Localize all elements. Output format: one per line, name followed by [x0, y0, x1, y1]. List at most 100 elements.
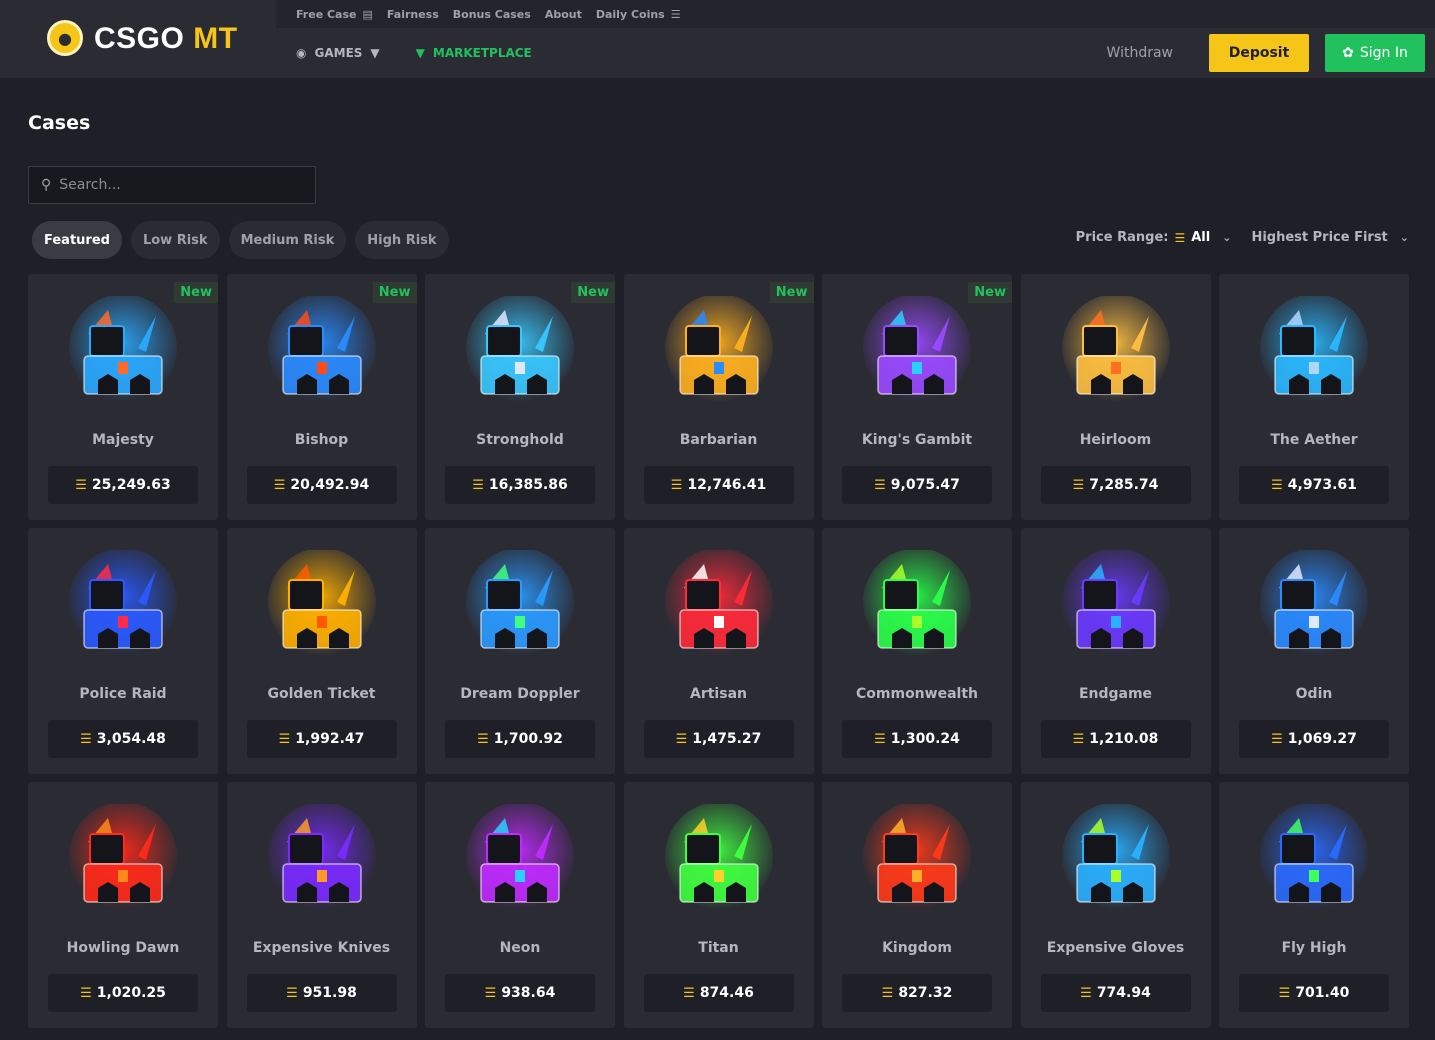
- case-card[interactable]: Titan ☰ 874.46: [623, 782, 814, 1028]
- case-price[interactable]: ☰ 12,746.41: [643, 466, 794, 504]
- case-image: [863, 804, 971, 910]
- nav-marketplace[interactable]: ▼ MARKETPLACE: [416, 46, 532, 60]
- price-range-dropdown[interactable]: Price Range: ☰ All ⌄: [1076, 230, 1232, 245]
- nav-games[interactable]: ◉ GAMES ▼: [296, 46, 380, 60]
- case-price-value: 9,075.47: [890, 477, 960, 493]
- case-price[interactable]: ☰ 1,475.27: [643, 720, 794, 758]
- case-card[interactable]: Odin ☰ 1,069.27: [1219, 528, 1409, 774]
- filter-low-risk[interactable]: Low Risk: [130, 221, 220, 259]
- topbar-daily-coins[interactable]: Daily Coins ☰: [596, 8, 681, 21]
- case-price[interactable]: ☰ 20,492.94: [246, 466, 397, 504]
- case-image: [466, 804, 574, 910]
- case-price[interactable]: ☰ 701.40: [1239, 974, 1389, 1012]
- topbar-fairness[interactable]: Fairness: [387, 8, 439, 21]
- case-price[interactable]: ☰ 874.46: [643, 974, 794, 1012]
- case-price[interactable]: ☰ 3,054.48: [48, 720, 198, 758]
- case-price[interactable]: ☰ 4,973.61: [1239, 466, 1389, 504]
- case-price-value: 7,285.74: [1089, 477, 1159, 493]
- case-price[interactable]: ☰ 9,075.47: [842, 466, 992, 504]
- deposit-button[interactable]: Deposit: [1209, 34, 1309, 72]
- case-name: Artisan: [690, 686, 747, 702]
- coin-icon: ☰: [1271, 731, 1283, 747]
- case-price[interactable]: ☰ 1,992.47: [246, 720, 397, 758]
- case-price[interactable]: ☰ 1,210.08: [1040, 720, 1191, 758]
- case-card[interactable]: New King's Gambit ☰ 9,075.47: [822, 274, 1012, 520]
- filter-medium-risk[interactable]: Medium Risk: [228, 221, 347, 259]
- case-image: [69, 296, 177, 402]
- case-card[interactable]: Dream Doppler ☰ 1,700.92: [425, 528, 615, 774]
- case-price[interactable]: ☰ 951.98: [246, 974, 397, 1012]
- logo-text: CSGO MT: [94, 22, 238, 55]
- case-card[interactable]: Golden Ticket ☰ 1,992.47: [226, 528, 417, 774]
- case-price[interactable]: ☰ 1,020.25: [48, 974, 198, 1012]
- coin-icon: ☰: [477, 731, 489, 747]
- case-image: [267, 804, 376, 910]
- case-price-value: 1,300.24: [890, 731, 960, 747]
- coin-icon: ☰: [80, 985, 92, 1001]
- case-price-value: 16,385.86: [488, 477, 568, 493]
- case-card[interactable]: Commonwealth ☰ 1,300.24: [822, 528, 1012, 774]
- case-image: [863, 550, 971, 656]
- filter-featured[interactable]: Featured: [32, 221, 122, 259]
- case-price[interactable]: ☰ 1,300.24: [842, 720, 992, 758]
- case-card[interactable]: Endgame ☰ 1,210.08: [1020, 528, 1211, 774]
- sign-in-button[interactable]: ✿ Sign In: [1325, 34, 1425, 72]
- search-input[interactable]: [59, 177, 300, 193]
- case-card[interactable]: Artisan ☰ 1,475.27: [623, 528, 814, 774]
- case-image: [466, 550, 574, 656]
- topbar-bonus-cases[interactable]: Bonus Cases: [453, 8, 531, 21]
- case-card[interactable]: Fly High ☰ 701.40: [1219, 782, 1409, 1028]
- page-title: Cases: [28, 112, 91, 134]
- coins-icon: ☰: [670, 7, 681, 21]
- case-price-value: 20,492.94: [290, 477, 370, 493]
- case-price-value: 3,054.48: [96, 731, 166, 747]
- case-price-value: 1,210.08: [1089, 731, 1159, 747]
- case-image: [1260, 550, 1368, 656]
- case-card[interactable]: Expensive Gloves ☰ 774.94: [1020, 782, 1211, 1028]
- case-name: Dream Doppler: [460, 686, 580, 702]
- case-card[interactable]: The Aether ☰ 4,973.61: [1219, 274, 1409, 520]
- withdraw-link[interactable]: Withdraw: [1107, 45, 1173, 61]
- case-card[interactable]: Heirloom ☰ 7,285.74: [1020, 274, 1211, 520]
- case-price[interactable]: ☰ 827.32: [842, 974, 992, 1012]
- case-image: [664, 804, 773, 910]
- new-badge: New: [174, 282, 218, 303]
- case-card[interactable]: New Majesty ☰ 25,249.63: [28, 274, 218, 520]
- sort-order-dropdown[interactable]: Highest Price First ⌄: [1251, 230, 1409, 245]
- coin-icon: ☰: [675, 731, 688, 747]
- case-price[interactable]: ☰ 938.64: [445, 974, 595, 1012]
- coin-icon: ☰: [80, 731, 92, 747]
- case-price-value: 1,700.92: [493, 731, 563, 747]
- case-name: Barbarian: [679, 432, 758, 448]
- case-card[interactable]: New Barbarian ☰ 12,746.41: [623, 274, 814, 520]
- case-price[interactable]: ☰ 774.94: [1040, 974, 1191, 1012]
- cart-icon: ▼: [415, 46, 425, 60]
- case-price-value: 701.40: [1295, 985, 1350, 1001]
- case-price-value: 12,746.41: [687, 477, 767, 493]
- coin-icon: ☰: [1072, 731, 1085, 747]
- case-grid: New Majesty ☰ 25,249.63 New Bishop ☰ 20,492.94 N…: [28, 274, 1409, 1028]
- topbar-about[interactable]: About: [545, 8, 582, 21]
- topbar-free-case[interactable]: Free Case ▤: [296, 8, 373, 21]
- case-name: Bishop: [294, 432, 349, 448]
- case-card[interactable]: Kingdom ☰ 827.32: [822, 782, 1012, 1028]
- case-card[interactable]: Neon ☰ 938.64: [425, 782, 615, 1028]
- filter-high-risk[interactable]: High Risk: [355, 221, 449, 259]
- search-box[interactable]: ⚲: [28, 166, 316, 204]
- case-card[interactable]: Police Raid ☰ 3,054.48: [28, 528, 218, 774]
- case-card[interactable]: Expensive Knives ☰ 951.98: [226, 782, 417, 1028]
- case-card[interactable]: New Bishop ☰ 20,492.94: [226, 274, 417, 520]
- case-price-value: 874.46: [699, 985, 754, 1001]
- case-price[interactable]: ☰ 7,285.74: [1040, 466, 1191, 504]
- case-price[interactable]: ☰ 1,069.27: [1239, 720, 1389, 758]
- case-price[interactable]: ☰ 16,385.86: [445, 466, 595, 504]
- case-name: Neon: [499, 940, 541, 956]
- case-card[interactable]: New Stronghold ☰ 16,385.86: [425, 274, 615, 520]
- case-price[interactable]: ☰ 1,700.92: [445, 720, 595, 758]
- case-price-value: 1,992.47: [295, 731, 365, 747]
- case-price[interactable]: ☰ 25,249.63: [48, 466, 198, 504]
- case-card[interactable]: Howling Dawn ☰ 1,020.25: [28, 782, 218, 1028]
- case-name: Howling Dawn: [66, 940, 180, 956]
- case-image: [267, 550, 376, 656]
- logo[interactable]: ● CSGO MT: [0, 0, 276, 78]
